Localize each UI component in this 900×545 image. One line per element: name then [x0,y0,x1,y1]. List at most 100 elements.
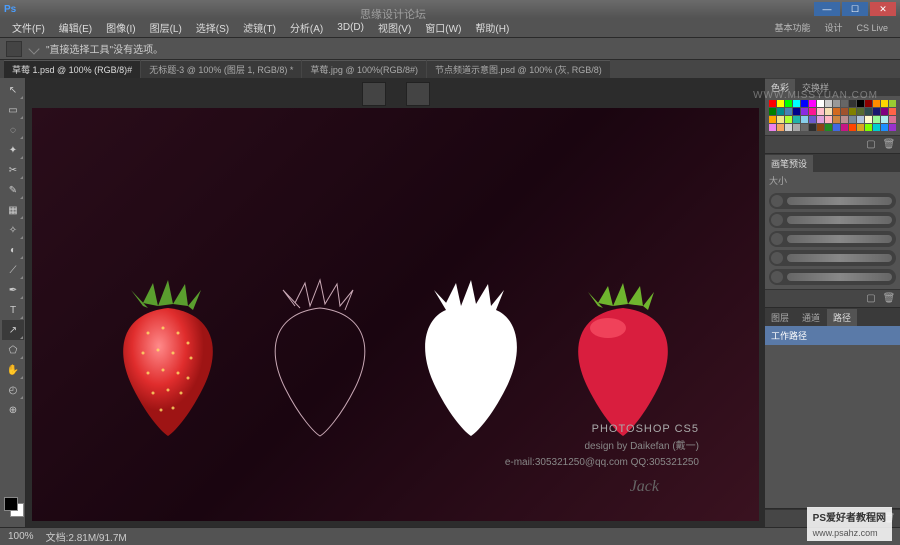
work-path-item[interactable]: 工作路径 [765,326,900,345]
swatch[interactable] [833,124,840,131]
swatch[interactable] [857,100,864,107]
zoom-tool[interactable]: ⊕ [2,400,24,420]
brush-preset-1[interactable] [769,193,896,209]
swatch[interactable] [777,100,784,107]
swatch[interactable] [881,100,888,107]
cs-live-link[interactable]: CS Live [850,21,894,35]
swatch[interactable] [857,124,864,131]
swatch[interactable] [849,108,856,115]
swatch[interactable] [793,100,800,107]
swatch[interactable] [865,116,872,123]
heal-tool[interactable]: ▦ [2,200,24,220]
menu-window[interactable]: 窗口(W) [419,18,467,37]
float-tool-1[interactable] [362,82,386,106]
swatch[interactable] [801,100,808,107]
tool-preset-dropdown-icon[interactable] [28,43,39,54]
swatch[interactable] [889,100,896,107]
swatch[interactable] [873,108,880,115]
crop-tool[interactable]: ✂ [2,160,24,180]
swatch[interactable] [793,116,800,123]
swatch[interactable] [777,124,784,131]
brush-preset-3[interactable] [769,231,896,247]
swatch[interactable] [793,124,800,131]
swatch[interactable] [817,108,824,115]
swatch-new-icon[interactable]: ▢ [864,138,878,152]
foreground-color-well[interactable] [4,497,18,511]
doc-tab-1[interactable]: 草莓 1.psd @ 100% (RGB/8)# [4,60,140,78]
brushes-tab[interactable]: 画笔预设 [765,155,813,172]
menu-filter[interactable]: 滤镜(T) [237,18,282,37]
layers-tab[interactable]: 图层 [765,309,795,326]
menu-help[interactable]: 帮助(H) [469,18,515,37]
swatch[interactable] [825,124,832,131]
swatch[interactable] [817,116,824,123]
swatch[interactable] [865,100,872,107]
type-tool[interactable]: T [2,300,24,320]
zoom-level[interactable]: 100% [8,531,34,542]
eraser-tool[interactable]: ⟋ [2,260,24,280]
swatch[interactable] [881,116,888,123]
brush-preset-5[interactable] [769,269,896,285]
direct-select-tool[interactable]: ↗ [2,320,24,340]
menu-select[interactable]: 选择(S) [190,18,235,37]
swatch[interactable] [825,100,832,107]
maximize-button[interactable]: ☐ [842,2,868,16]
menu-layer[interactable]: 图层(L) [144,18,188,37]
shape-tool[interactable]: ⬠ [2,340,24,360]
doc-tab-2[interactable]: 无标题-3 @ 100% (图层 1, RGB/8) * [141,60,301,78]
swatch[interactable] [833,108,840,115]
hand-tool[interactable]: ✋ [2,360,24,380]
tool-preset-icon[interactable] [6,41,22,57]
swatch[interactable] [833,100,840,107]
swatch[interactable] [849,124,856,131]
paths-tab[interactable]: 路径 [827,309,857,326]
minimize-button[interactable]: — [814,2,840,16]
swatch[interactable] [857,108,864,115]
close-button[interactable]: ✕ [870,2,896,16]
menu-analysis[interactable]: 分析(A) [284,18,329,37]
workspace-basic[interactable]: 基本功能 [768,19,816,36]
swatch[interactable] [849,116,856,123]
swatch[interactable] [809,100,816,107]
doc-tab-4[interactable]: 节点频道示意图.psd @ 100% (灰, RGB/8) [427,60,610,78]
swatch[interactable] [769,108,776,115]
move-tool[interactable]: ↖ [2,80,24,100]
doc-tab-3[interactable]: 草莓.jpg @ 100%(RGB/8#) [302,60,426,78]
swatch[interactable] [801,108,808,115]
swatch[interactable] [841,100,848,107]
swatch[interactable] [817,100,824,107]
swatch[interactable] [769,100,776,107]
swatch[interactable] [809,108,816,115]
lasso-tool[interactable]: ◌ [2,120,24,140]
swatch[interactable] [769,116,776,123]
swatch[interactable] [841,108,848,115]
channels-tab[interactable]: 通道 [796,309,826,326]
swatches-tab-2[interactable]: 交换样 [796,79,835,96]
workspace-design[interactable]: 设计 [818,19,848,36]
menu-view[interactable]: 视图(V) [372,18,417,37]
swatch[interactable] [849,100,856,107]
float-tool-2[interactable] [406,82,430,106]
swatch[interactable] [841,124,848,131]
swatch[interactable] [865,124,872,131]
swatch[interactable] [873,116,880,123]
swatch[interactable] [785,124,792,131]
swatch[interactable] [881,108,888,115]
swatch[interactable] [801,116,808,123]
swatch-trash-icon[interactable]: 🗑 [882,138,896,152]
menu-file[interactable]: 文件(F) [6,18,51,37]
stamp-tool[interactable]: ◐ [2,240,24,260]
marquee-tool[interactable]: ▭ [2,100,24,120]
rotate-tool[interactable]: ◴ [2,380,24,400]
swatch[interactable] [793,108,800,115]
menu-edit[interactable]: 编辑(E) [53,18,98,37]
swatch[interactable] [889,108,896,115]
swatch[interactable] [809,124,816,131]
brush-new-icon[interactable]: ▢ [864,292,878,306]
swatch[interactable] [785,108,792,115]
swatch[interactable] [825,108,832,115]
swatch[interactable] [785,116,792,123]
swatch[interactable] [809,116,816,123]
swatch[interactable] [777,116,784,123]
swatch[interactable] [881,124,888,131]
